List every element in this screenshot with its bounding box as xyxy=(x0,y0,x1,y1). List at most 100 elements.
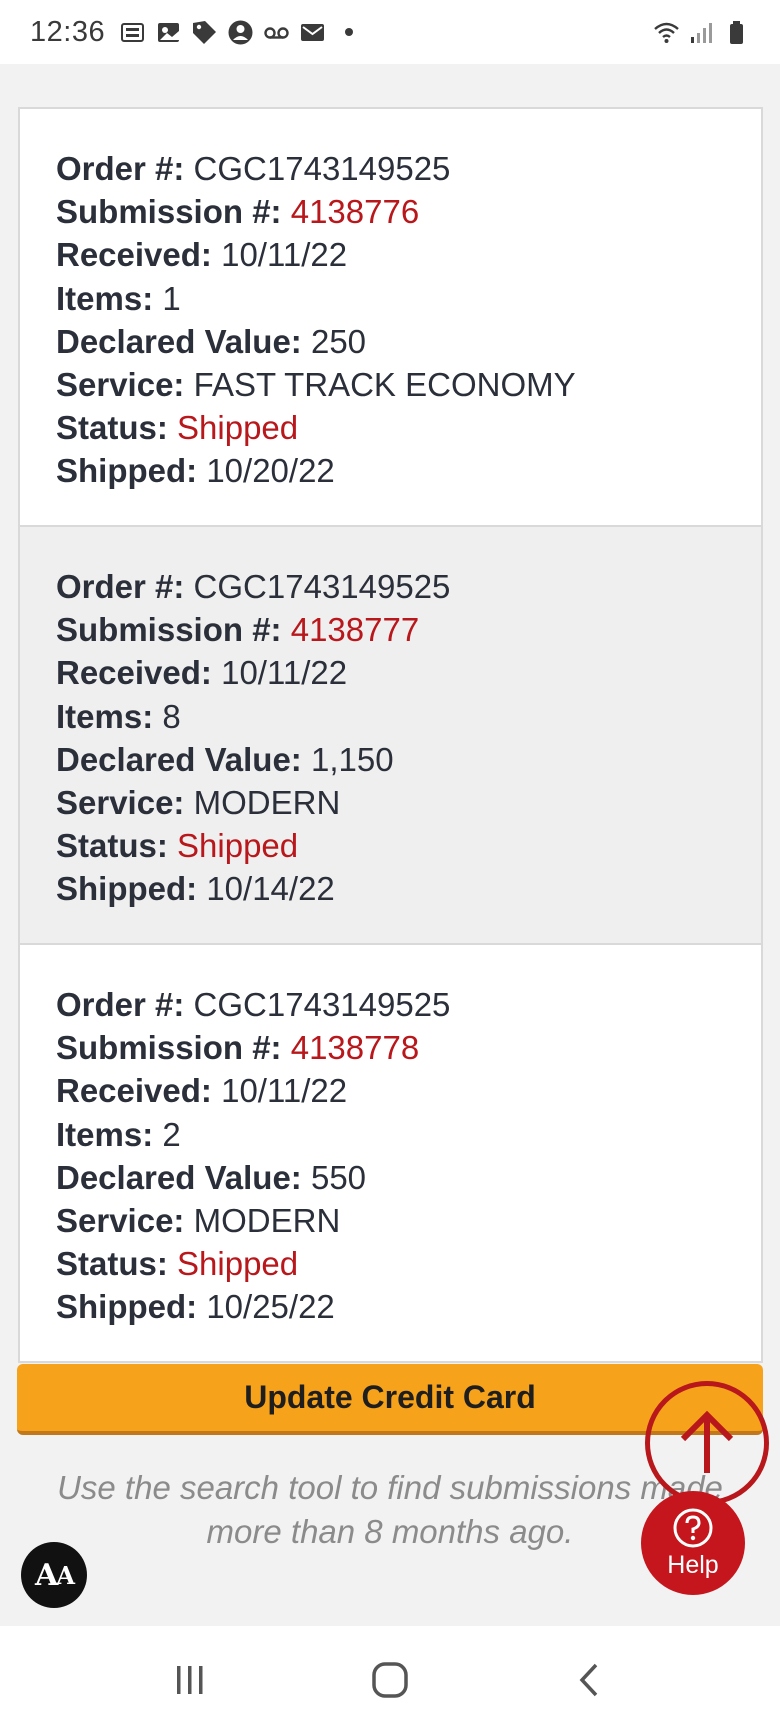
declared-value-row: Declared Value: 250 xyxy=(56,320,761,363)
declared-value-value: 1,150 xyxy=(310,740,394,778)
status-label: Status: xyxy=(56,827,168,865)
status-label: Status: xyxy=(56,409,168,447)
service-label: Service: xyxy=(56,366,185,404)
voicemail-icon xyxy=(263,19,290,46)
service-value: FAST TRACK ECONOMY xyxy=(193,366,576,404)
declared-value-row: Declared Value: 1,150 xyxy=(56,738,761,781)
back-icon xyxy=(579,1663,598,1696)
received-row: Received: 10/11/22 xyxy=(56,233,761,276)
submissions-list: Order #: CGC1743149525 Submission #: 413… xyxy=(18,107,763,1363)
items-label: Items: xyxy=(56,279,154,317)
temu-notification-icon xyxy=(119,19,146,46)
received-row: Received: 10/11/22 xyxy=(56,651,761,694)
home-button[interactable] xyxy=(360,1650,420,1710)
shipped-row: Shipped: 10/14/22 xyxy=(56,867,761,910)
submission-number-link[interactable]: 4138776 xyxy=(291,193,419,230)
declared-value-value: 550 xyxy=(310,1158,367,1196)
received-value: 10/11/22 xyxy=(221,236,348,274)
shipped-row: Shipped: 10/20/22 xyxy=(56,449,761,492)
service-row: Service: MODERN xyxy=(56,1199,761,1242)
order-number-row: Order #: CGC1743149525 xyxy=(56,565,761,608)
status-value: Shipped xyxy=(177,827,299,865)
accessibility-button[interactable]: AA xyxy=(21,1542,87,1608)
submission-number-label: Submission #: xyxy=(56,1029,282,1067)
service-label: Service: xyxy=(56,784,185,822)
declared-value-label: Declared Value: xyxy=(56,740,302,778)
account-notification-icon xyxy=(227,19,254,46)
status-row: Status: Shipped xyxy=(56,406,761,449)
received-label: Received: xyxy=(56,654,212,692)
declared-value-value: 250 xyxy=(310,322,367,360)
accessibility-glyph-small: A xyxy=(56,1560,75,1590)
status-value: Shipped xyxy=(177,409,299,447)
status-bar: 12:36 xyxy=(0,0,780,64)
signal-icon xyxy=(688,19,715,46)
submission-number-link[interactable]: 4138778 xyxy=(291,1029,419,1066)
shipped-label: Shipped: xyxy=(56,452,198,490)
order-number-label: Order #: xyxy=(56,568,185,605)
submission-number-row: Submission #: 4138778 xyxy=(56,1026,761,1069)
service-label: Service: xyxy=(56,1202,185,1240)
notification-icons xyxy=(119,19,354,46)
help-button[interactable]: Help xyxy=(641,1491,745,1595)
submission-number-label: Submission #: xyxy=(56,193,282,231)
more-notifications-dot xyxy=(345,28,354,36)
help-label: Help xyxy=(667,1551,719,1579)
received-value: 10/11/22 xyxy=(221,654,348,692)
submission-number-link[interactable]: 4138777 xyxy=(291,611,419,648)
declared-value-label: Declared Value: xyxy=(56,1158,302,1196)
shipped-label: Shipped: xyxy=(56,870,198,908)
order-number-value: CGC1743149525 xyxy=(193,986,451,1023)
items-label: Items: xyxy=(56,1115,154,1153)
scroll-to-top-button[interactable] xyxy=(645,1381,769,1505)
declared-value-row: Declared Value: 550 xyxy=(56,1156,761,1199)
submission-number-row: Submission #: 4138777 xyxy=(56,608,761,651)
home-icon xyxy=(372,1661,408,1698)
system-nav-bar xyxy=(0,1626,780,1733)
order-number-label: Order #: xyxy=(56,150,185,187)
service-row: Service: FAST TRACK ECONOMY xyxy=(56,363,761,406)
service-value: MODERN xyxy=(193,1202,341,1240)
photo-notification-icon xyxy=(155,19,182,46)
shipped-value: 10/25/22 xyxy=(206,1288,335,1326)
status-time: 12:36 xyxy=(30,15,106,48)
recent-apps-icon xyxy=(177,1665,203,1694)
received-label: Received: xyxy=(56,1072,212,1110)
status-row: Status: Shipped xyxy=(56,1242,761,1285)
submission-card: Order #: CGC1743149525 Submission #: 413… xyxy=(20,527,761,945)
order-number-label: Order #: xyxy=(56,986,185,1023)
submission-card: Order #: CGC1743149525 Submission #: 413… xyxy=(20,109,761,527)
status-row: Status: Shipped xyxy=(56,824,761,867)
page: 12:36 Order #: CGC1743149525 Submission … xyxy=(0,0,780,1733)
order-number-row: Order #: CGC1743149525 xyxy=(56,983,761,1026)
declared-value-label: Declared Value: xyxy=(56,322,302,360)
status-value: Shipped xyxy=(177,1245,299,1283)
wifi-icon xyxy=(653,19,680,46)
battery-icon xyxy=(723,19,750,46)
question-circle-icon xyxy=(673,1508,713,1548)
submission-card: Order #: CGC1743149525 Submission #: 413… xyxy=(20,945,761,1363)
items-row: Items: 8 xyxy=(56,695,761,738)
service-value: MODERN xyxy=(193,784,341,822)
items-row: Items: 1 xyxy=(56,277,761,320)
tag-notification-icon xyxy=(191,19,218,46)
status-label: Status: xyxy=(56,1245,168,1283)
service-row: Service: MODERN xyxy=(56,781,761,824)
submission-number-label: Submission #: xyxy=(56,611,282,649)
received-value: 10/11/22 xyxy=(221,1072,348,1110)
items-value: 8 xyxy=(162,697,181,735)
recent-apps-button[interactable] xyxy=(160,1650,220,1710)
items-row: Items: 2 xyxy=(56,1113,761,1156)
search-hint-line-1: Use the search tool to find submissions … xyxy=(57,1469,723,1506)
received-label: Received: xyxy=(56,236,212,274)
back-button[interactable] xyxy=(560,1650,620,1710)
order-number-row: Order #: CGC1743149525 xyxy=(56,147,761,190)
shipped-value: 10/14/22 xyxy=(206,870,335,908)
order-number-value: CGC1743149525 xyxy=(193,150,451,187)
items-label: Items: xyxy=(56,697,154,735)
received-row: Received: 10/11/22 xyxy=(56,1069,761,1112)
arrow-up-icon xyxy=(680,1410,734,1473)
items-value: 2 xyxy=(162,1115,181,1153)
order-number-value: CGC1743149525 xyxy=(193,568,451,605)
system-icons xyxy=(653,19,750,46)
